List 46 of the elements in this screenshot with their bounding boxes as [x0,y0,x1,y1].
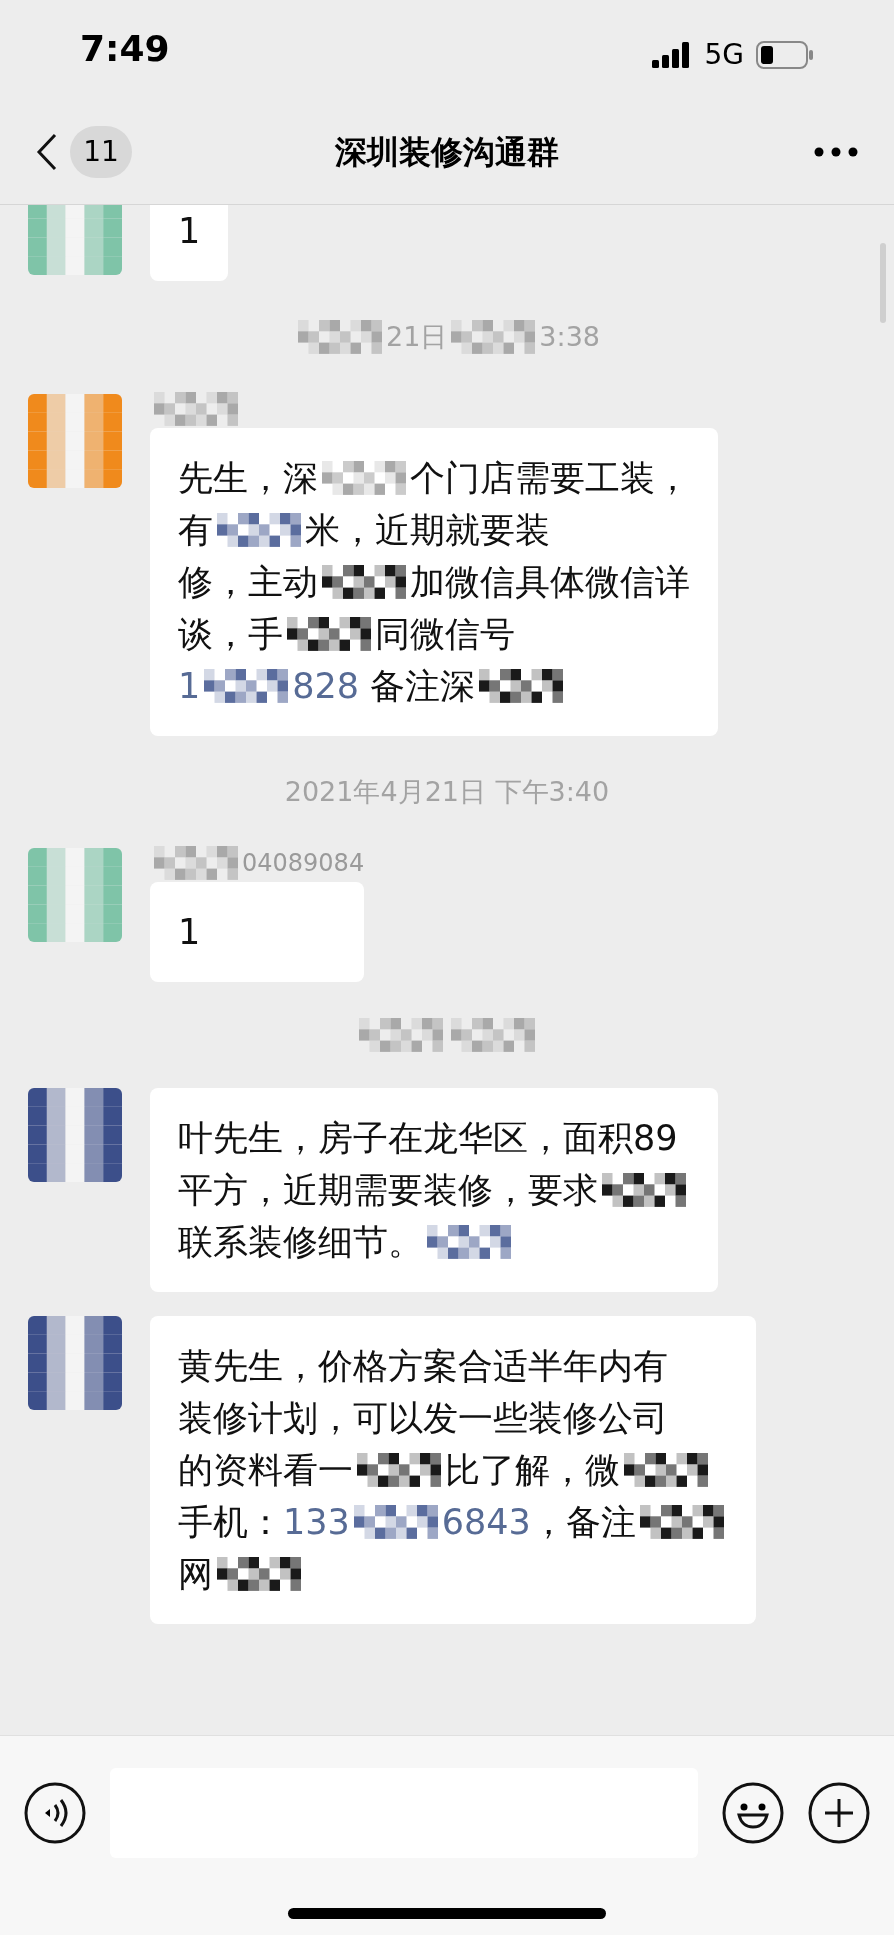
message-text: 有 [178,508,213,552]
emoji-icon[interactable] [722,1782,784,1844]
message-text: 网 [178,1553,213,1596]
message-bubble[interactable]: 先生，深 个门店需要工装， 有 米，近期就要装 修，主动 加微信具体微信详 谈，手 同微信号 1 828 备注深 [150,427,718,736]
message-bubble[interactable]: 黄先生，价格方案合适半年内有 装修计划，可以发一些装修公司 的资料看一 比了解，微 手机：133 6843，备注 网 [150,1316,756,1624]
unread-badge: 11 [70,126,132,178]
window-title: 深圳装修沟通群 [334,132,560,173]
message-text: 1 [178,210,201,253]
message-text: 平方，近期需要装修，要求 [178,1169,598,1212]
message-bubble[interactable]: 1 [150,205,229,281]
message-text: 手机： [178,1501,283,1544]
message-text: 谈，手 [178,612,283,656]
plus-icon[interactable] [808,1782,870,1844]
back-icon[interactable] [36,133,58,171]
message-bubble[interactable]: 叶先生，房子在龙华区，面积89 平方，近期需要装修，要求 联系装修细节。 [150,1088,718,1292]
message-text: 加微信具体微信详 [410,560,690,604]
status-time: 7:49 [80,27,170,71]
message-text: ，备注 [530,1501,636,1544]
avatar[interactable] [28,1316,122,1410]
message-text: 先生，深 [178,456,318,500]
message-text: 装修计划，可以发一些装修公司 [178,1397,668,1440]
phone-link[interactable]: 6843 [441,1496,531,1548]
message-text: 叶先生，房子在龙华区，面积89 [178,1117,678,1160]
network-label: 5G [704,37,744,73]
meta-text: 2021年4月21日 下午3:40 [284,774,610,809]
message-text: 修，主动 [178,560,318,604]
message-bubble[interactable]: 1 [150,882,365,982]
message-text: 1 [178,911,201,954]
message-text: 的资料看一 [178,1449,353,1492]
meta-text: 3:38 [539,320,600,354]
phone-link[interactable]: 1 [178,659,201,712]
message-text: 同微信号 [375,612,515,656]
more-icon[interactable] [814,147,858,157]
voice-icon[interactable] [24,1782,86,1844]
message-text: 黄先生，价格方案合适半年内有 [178,1345,668,1388]
battery-icon [756,41,814,69]
message-text: 备注深 [369,664,476,708]
message-text: 米，近期就要装 [305,508,550,552]
message-text: 个门店需要工装， [410,456,690,500]
meta-text: 04089084 [242,848,365,879]
phone-link[interactable]: 133 [283,1496,350,1548]
message-text: 联系装修细节。 [178,1221,423,1264]
message-text: 比了解，微 [445,1449,620,1492]
avatar[interactable] [28,1088,122,1182]
phone-link[interactable]: 828 [292,659,360,712]
meta-text: 21日 [386,320,448,354]
